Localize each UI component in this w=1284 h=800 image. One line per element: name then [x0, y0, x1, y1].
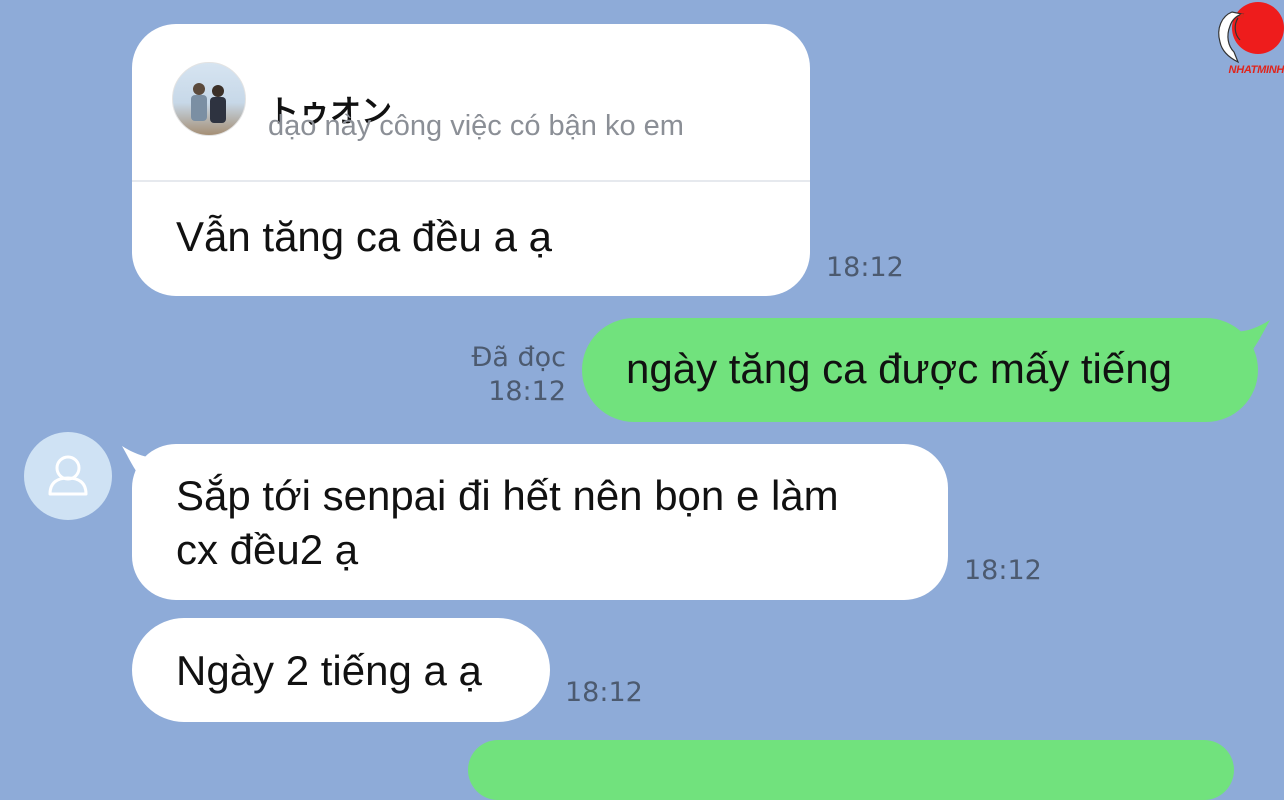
received-message-bubble[interactable]: Ngày 2 tiếng a ạ: [132, 618, 550, 722]
message-time: 18:12: [488, 376, 566, 407]
message-time: 18:12: [565, 677, 643, 708]
quoted-message-text: dạo này công việc có bận ko em: [268, 110, 684, 142]
message-text-line: cx đều2 ạ: [176, 526, 359, 573]
crane-icon: [1218, 11, 1245, 64]
user-icon: [48, 455, 88, 496]
avatar-photo-icon: [191, 83, 226, 123]
sent-message-bubble[interactable]: ngày tăng ca được mấy tiếng: [582, 318, 1258, 422]
watermark-text: NHATMINH: [1228, 64, 1284, 76]
sent-message-bubble-partial[interactable]: [468, 740, 1234, 800]
message-text-line: Sắp tới senpai đi hết nên bọn e làm: [176, 472, 839, 519]
quoted-avatar: [172, 62, 246, 136]
received-message-bubble[interactable]: Sắp tới senpai đi hết nên bọn e làm cx đ…: [132, 444, 948, 600]
message-text: Sắp tới senpai đi hết nên bọn e làm cx đ…: [176, 469, 839, 577]
message-text: Vẫn tăng ca đều a ạ: [176, 213, 552, 260]
message-text: ngày tăng ca được mấy tiếng: [626, 345, 1172, 392]
message-time: 18:12: [826, 252, 904, 283]
message-time: 18:12: [964, 555, 1042, 586]
read-status: Đã đọc: [471, 342, 566, 373]
watermark-logo: NHATMINH: [1208, 2, 1284, 76]
quoted-message[interactable]: トゥオン dạo này công việc có bận ko em: [132, 24, 810, 182]
sender-avatar[interactable]: [24, 432, 112, 520]
read-receipt: Đã đọc 18:12: [426, 341, 566, 409]
reply-message-bubble[interactable]: トゥオン dạo này công việc có bận ko em Vẫn …: [132, 24, 810, 296]
message-text: Ngày 2 tiếng a ạ: [176, 647, 482, 694]
